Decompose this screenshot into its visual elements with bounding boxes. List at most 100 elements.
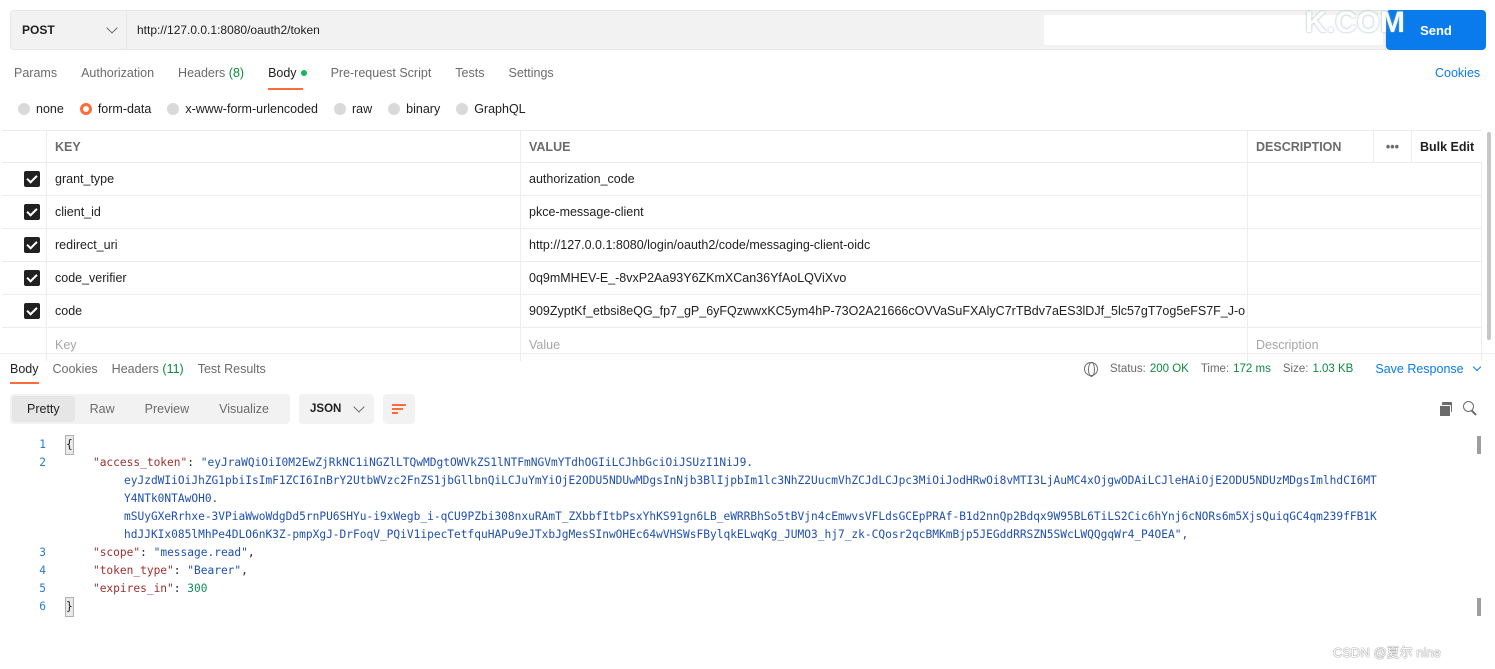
params-scrollbar[interactable] (1487, 132, 1491, 340)
checkbox-checked-icon (24, 204, 40, 220)
row-checkbox[interactable] (2, 295, 47, 327)
header-description: DESCRIPTION (1248, 131, 1374, 162)
code-scrollbar-bottom[interactable] (1477, 598, 1481, 616)
globe-icon[interactable] (1084, 362, 1098, 377)
radio-graphql[interactable]: GraphQL (456, 102, 526, 116)
table-row: code 909ZyptKf_etbsi8eQG_fp7_gP_6yFQzwwx… (2, 295, 1482, 328)
row-checkbox[interactable] (2, 196, 47, 228)
table-row: grant_type authorization_code (2, 163, 1482, 196)
pane-divider[interactable] (0, 353, 1495, 354)
code-continuation: mSUyGXeRrhxe-3VPiaWwoWdgDd5rnPU6SHYu-i9x… (124, 510, 1377, 523)
url-text: http://127.0.0.1:8080/oauth2/token (137, 23, 320, 37)
code-scrollbar-top[interactable] (1477, 436, 1481, 454)
bulk-edit-button[interactable]: Bulk Edit (1412, 131, 1482, 162)
status-value[interactable]: 200 OK (1150, 363, 1189, 375)
param-value[interactable]: http://127.0.0.1:8080/login/oauth2/code/… (521, 229, 1248, 261)
active-dot-icon (300, 69, 307, 76)
tab-label: Test Results (197, 362, 266, 376)
json-string: "Bearer" (187, 564, 242, 577)
request-tabs: Params Authorization Headers (8) Body Pr… (14, 66, 578, 90)
format-preview[interactable]: Preview (130, 396, 204, 422)
param-value[interactable]: 0q9mMHEV-E_-8vxP2Aa93Y6ZKmXCan36YfAoLQVi… (521, 262, 1248, 294)
size-value[interactable]: 1.03 KB (1312, 363, 1353, 375)
row-checkbox[interactable] (2, 262, 47, 294)
time-value[interactable]: 172 ms (1233, 363, 1271, 375)
param-key[interactable]: redirect_uri (47, 229, 521, 261)
radio-raw[interactable]: raw (334, 102, 372, 116)
tab-pre-request-script[interactable]: Pre-request Script (331, 66, 432, 90)
response-body-code[interactable]: 1 { 2 "access_token": "eyJraWQiOiI0M2EwZ… (0, 435, 1475, 617)
line-number: 3 (39, 546, 46, 559)
tab-count: (8) (228, 66, 245, 80)
tab-response-headers[interactable]: Headers (11) (112, 362, 184, 384)
tab-label: Cookies (52, 362, 98, 376)
tab-label: Authorization (81, 66, 155, 80)
row-checkbox[interactable] (2, 163, 47, 195)
table-header: KEY VALUE DESCRIPTION ••• Bulk Edit (2, 130, 1482, 163)
json-string: "eyJraWQiOiI0M2EwZjRkNC1iNGZlLTQwMDgtOWV… (200, 456, 754, 469)
wrap-lines-button[interactable] (383, 394, 415, 424)
tab-headers[interactable]: Headers (8) (178, 66, 244, 90)
response-status-bar: Status: 200 OK Time: 172 ms Size: 1.03 K… (1084, 362, 1481, 377)
open-brace: { (65, 435, 74, 455)
param-value[interactable]: pkce-message-client (521, 196, 1248, 228)
tab-test-results[interactable]: Test Results (198, 362, 266, 384)
tab-body[interactable]: Body (268, 66, 307, 90)
json-string: "message.read" (153, 546, 248, 559)
body-type-radios: none form-data x-www-form-urlencoded raw… (18, 102, 542, 116)
tab-label: Params (14, 66, 58, 80)
param-key[interactable]: code_verifier (47, 262, 521, 294)
line-number: 5 (39, 582, 46, 595)
param-description[interactable] (1248, 196, 1482, 228)
new-key-input[interactable]: Key (47, 328, 521, 361)
search-icon[interactable] (1463, 401, 1477, 415)
tab-params[interactable]: Params (14, 66, 57, 90)
radio-x-www-form-urlencoded[interactable]: x-www-form-urlencoded (167, 102, 318, 116)
radio-label: none (36, 102, 64, 116)
param-description[interactable] (1248, 262, 1482, 294)
format-tabs: Pretty Raw Preview Visualize (10, 394, 290, 424)
url-input[interactable]: http://127.0.0.1:8080/oauth2/token (126, 10, 1386, 50)
tab-authorization[interactable]: Authorization (81, 66, 154, 90)
param-description[interactable] (1248, 163, 1482, 195)
table-row: redirect_uri http://127.0.0.1:8080/login… (2, 229, 1482, 262)
chevron-down-icon (106, 22, 118, 34)
param-value[interactable]: 909ZyptKf_etbsi8eQG_fp7_gP_6yFQzwwxKC5ym… (521, 295, 1248, 327)
format-raw[interactable]: Raw (75, 396, 130, 422)
save-response-button[interactable]: Save Response (1375, 362, 1481, 376)
param-key[interactable]: code (47, 295, 521, 327)
tab-label: Headers (178, 66, 226, 80)
format-select[interactable]: JSON (299, 394, 374, 424)
method-select[interactable]: POST (10, 10, 126, 50)
param-description[interactable] (1248, 295, 1482, 327)
new-description-input[interactable]: Description (1248, 328, 1482, 361)
params-table: KEY VALUE DESCRIPTION ••• Bulk Edit gran… (2, 130, 1482, 361)
param-key[interactable]: client_id (47, 196, 521, 228)
copy-icon[interactable] (1439, 402, 1452, 417)
format-visualize[interactable]: Visualize (204, 396, 284, 422)
format-pretty[interactable]: Pretty (12, 396, 75, 422)
radio-binary[interactable]: binary (388, 102, 440, 116)
tab-response-cookies[interactable]: Cookies (53, 362, 98, 384)
new-value-input[interactable]: Value (521, 328, 1248, 361)
param-key[interactable]: grant_type (47, 163, 521, 195)
tab-response-body[interactable]: Body (10, 362, 39, 384)
checkbox-checked-icon (24, 303, 40, 319)
tab-tests[interactable]: Tests (455, 66, 484, 90)
param-value[interactable]: authorization_code (521, 163, 1248, 195)
tab-settings[interactable]: Settings (508, 66, 553, 90)
tab-label: Body (268, 66, 297, 80)
code-line: 3 "scope": "message.read", (0, 544, 1475, 562)
more-options-icon[interactable]: ••• (1374, 131, 1412, 162)
size-label: Size: (1282, 363, 1309, 375)
row-checkbox-empty (2, 328, 47, 361)
json-key: "expires_in" (92, 582, 174, 595)
cookies-link[interactable]: Cookies (1435, 66, 1480, 80)
line-number: 4 (39, 564, 46, 577)
code-line: 5 "expires_in": 300 (0, 580, 1475, 598)
radio-none[interactable]: none (18, 102, 64, 116)
radio-circle-icon (18, 103, 30, 115)
param-description[interactable] (1248, 229, 1482, 261)
row-checkbox[interactable] (2, 229, 47, 261)
radio-form-data[interactable]: form-data (79, 102, 151, 116)
